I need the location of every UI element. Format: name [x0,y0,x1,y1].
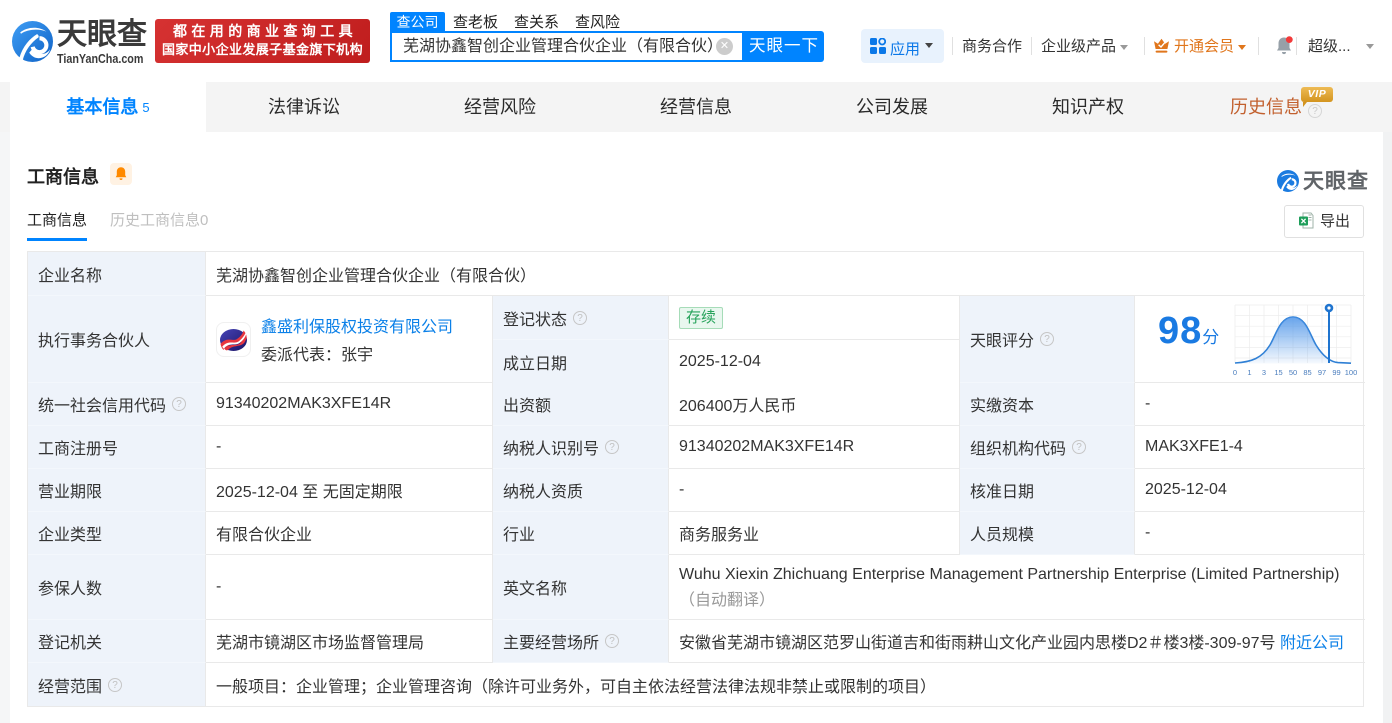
svg-text:100: 100 [1345,368,1357,377]
svg-text:97: 97 [1318,368,1326,377]
svg-text:1: 1 [1247,368,1251,377]
svg-text:99: 99 [1332,368,1340,377]
svg-text:85: 85 [1303,368,1311,377]
svg-text:15: 15 [1274,368,1282,377]
svg-text:0: 0 [1233,368,1237,377]
svg-text:3: 3 [1262,368,1266,377]
svg-text:50: 50 [1289,368,1297,377]
